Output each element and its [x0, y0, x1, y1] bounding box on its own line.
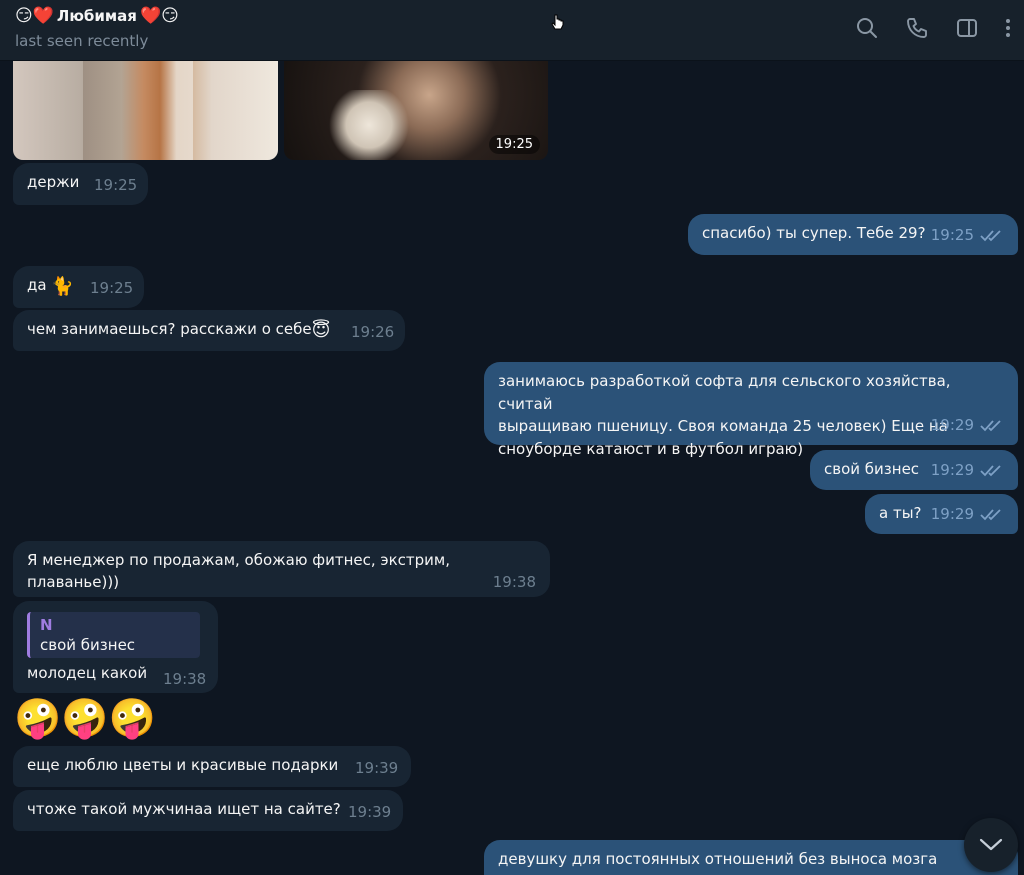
halo-emoji: 😇 [311, 320, 331, 341]
message-incoming[interactable]: чтоже такой мужчинаа ищет на сайте? 19:3… [13, 790, 403, 831]
reply-preview[interactable]: N свой бизнес [27, 612, 200, 658]
photo-time: 19:25 [488, 135, 540, 154]
message-outgoing[interactable]: а ты? 19:29 [865, 494, 1018, 534]
message-time: 19:29 [930, 505, 974, 523]
message-outgoing[interactable]: спасибо) ты супер. Тебе 29? 19:25 [688, 214, 1018, 255]
message-list[interactable]: 19:25 держи 19:25 спасибо) ты супер. Теб… [0, 60, 1024, 875]
message-time: 19:25 [90, 279, 134, 297]
message-text: да [27, 276, 47, 294]
message-incoming-reply[interactable]: N свой бизнес молодец какой 19:38 [13, 601, 218, 693]
message-text: Я менеджер по продажам, обожаю фитнес, э… [27, 551, 451, 591]
contact-status: last seen recently [15, 32, 149, 50]
message-text: молодец какой [27, 664, 148, 682]
emoji-message[interactable]: 🤪🤪🤪 [14, 695, 156, 741]
photo-thumbnail[interactable] [13, 60, 278, 160]
more-icon[interactable] [996, 16, 1020, 40]
message-time: 19:38 [163, 670, 207, 688]
cat-emoji: 🐈 [51, 276, 74, 297]
phone-icon[interactable] [905, 16, 929, 40]
message-outgoing[interactable]: свой бизнес 19:29 [810, 450, 1018, 490]
message-time: 19:39 [355, 759, 399, 777]
message-time: 19:29 [930, 461, 974, 479]
message-time: 19:25 [930, 226, 974, 244]
message-text: девушку для постоянных отношений без вын… [498, 850, 938, 868]
photo-content [83, 60, 193, 160]
double-check-icon [980, 418, 1004, 432]
sidebar-toggle-icon[interactable] [955, 16, 979, 40]
message-text: а ты? [879, 504, 922, 522]
message-incoming[interactable]: еще люблю цветы и красивые подарки 19:39 [13, 746, 411, 787]
message-time: 19:29 [930, 415, 974, 434]
message-text: чтоже такой мужчинаа ищет на сайте? [27, 800, 341, 818]
search-icon[interactable] [855, 16, 879, 40]
message-meta: 19:29 [931, 459, 1004, 481]
title-emoji-prefix: 😏❤️ [15, 6, 54, 26]
reply-text: свой бизнес [40, 636, 136, 654]
message-time: 19:38 [492, 573, 536, 591]
message-meta: 19:25 [931, 224, 1004, 246]
mouse-cursor-icon [551, 14, 564, 30]
message-text: еще люблю цветы и красивые подарки [27, 756, 339, 774]
photo-content [324, 90, 414, 160]
message-incoming[interactable]: Я менеджер по продажам, обожаю фитнес, э… [13, 541, 550, 597]
chat-window: 😏❤️ Любимая ❤️😏 last seen recently 19:25… [0, 0, 1024, 875]
message-time: 19:26 [351, 323, 395, 341]
message-incoming[interactable]: да 🐈 19:25 [13, 266, 144, 308]
double-check-icon [980, 507, 1004, 521]
reply-author: N [40, 616, 53, 634]
double-check-icon [980, 228, 1004, 242]
message-text: спасибо) ты супер. Тебе 29? [702, 224, 926, 242]
chat-header: 😏❤️ Любимая ❤️😏 last seen recently [0, 0, 1024, 61]
message-time: 19:25 [94, 176, 138, 194]
message-text-line: занимаюсь разработкой софта для сельског… [498, 372, 951, 413]
message-incoming[interactable]: чем занимаешься? расскажи о себе😇 19:26 [13, 310, 405, 351]
message-outgoing[interactable]: занимаюсь разработкой софта для сельског… [484, 362, 1018, 458]
title-emoji-suffix: ❤️😏 [139, 6, 179, 26]
zany-face-emoji: 🤪🤪🤪 [14, 696, 156, 740]
chevron-down-icon [979, 838, 1003, 851]
message-time: 19:39 [348, 803, 392, 821]
message-meta: 19:29 [931, 414, 1004, 437]
photo-album[interactable]: 19:25 [13, 60, 549, 160]
message-text: чем занимаешься? расскажи о себе [27, 320, 312, 338]
double-check-icon [980, 463, 1004, 477]
photo-thumbnail[interactable]: 19:25 [284, 60, 548, 160]
message-text: свой бизнес [824, 460, 920, 478]
chat-title[interactable]: 😏❤️ Любимая ❤️😏 [15, 6, 179, 26]
scroll-to-bottom-button[interactable] [964, 818, 1018, 872]
message-meta: 19:29 [931, 503, 1004, 525]
contact-name: Любимая [56, 7, 137, 25]
message-incoming[interactable]: держи 19:25 [13, 163, 148, 205]
message-text: держи [27, 173, 80, 191]
message-outgoing[interactable]: девушку для постоянных отношений без вын… [484, 840, 1018, 875]
